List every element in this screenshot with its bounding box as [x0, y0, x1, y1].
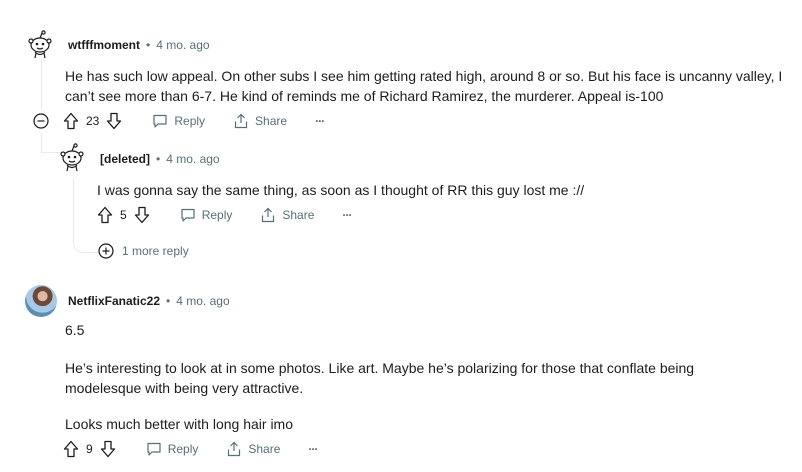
meta-separator: •	[156, 152, 161, 166]
more-options-button[interactable]: ···	[308, 442, 318, 456]
comment-timestamp[interactable]: 4 mo. ago	[156, 38, 209, 52]
reply-icon	[153, 114, 167, 128]
share-icon	[228, 441, 241, 457]
comment-body: 6.5 He’s interesting to look at in some …	[65, 320, 785, 434]
comment-body-line: modelesque with being very attractive.	[65, 380, 304, 396]
user-avatar[interactable]	[25, 285, 57, 317]
comment-timestamp[interactable]: 4 mo. ago	[166, 152, 219, 166]
downvote-icon[interactable]	[106, 112, 122, 130]
share-button[interactable]: Share	[233, 113, 287, 129]
more-dots-icon: ···	[315, 114, 325, 128]
share-label: Share	[282, 208, 315, 222]
share-label: Share	[255, 114, 288, 128]
comment-action-bar: 23 Reply Share ···	[63, 112, 325, 130]
thread-line-more-curve	[73, 242, 98, 253]
snoo-avatar-icon[interactable]	[26, 30, 54, 60]
comment-action-bar: 9 Reply Share ···	[63, 440, 318, 458]
thread-line-reply-branch	[41, 133, 42, 153]
share-label: Share	[248, 442, 281, 456]
reply-button[interactable]: Reply	[180, 207, 233, 223]
thread-line-deleted	[73, 178, 74, 242]
reply-label: Reply	[201, 208, 233, 222]
snoo-avatar-icon[interactable]	[58, 143, 86, 173]
upvote-icon[interactable]	[63, 440, 79, 458]
reply-label: Reply	[174, 114, 206, 128]
more-options-button[interactable]: ···	[315, 114, 325, 128]
reply-button[interactable]: Reply	[152, 113, 205, 129]
comment-paragraph: Looks much better with long hair imo	[65, 416, 293, 432]
more-replies-label: 1 more reply	[122, 244, 189, 258]
downvote-icon[interactable]	[100, 440, 116, 458]
comment-action-bar: 5 Reply Share ···	[97, 206, 352, 224]
more-options-button[interactable]: ···	[342, 208, 352, 222]
comment-body-line: He has such low appeal. On other subs I …	[65, 68, 783, 84]
more-dots-icon: ···	[342, 208, 352, 222]
comment-author[interactable]: [deleted]	[100, 152, 150, 166]
comment-body-line: I was gonna say the same thing, as soon …	[97, 182, 585, 198]
comment-body-line: can’t see more than 6-7. He kind of remi…	[65, 88, 664, 104]
meta-separator: •	[166, 294, 171, 308]
share-button[interactable]: Share	[226, 441, 280, 457]
share-button[interactable]: Share	[260, 207, 314, 223]
reply-button[interactable]: Reply	[146, 441, 199, 457]
comment-timestamp[interactable]: 4 mo. ago	[176, 294, 229, 308]
thread-line-main	[41, 58, 42, 110]
share-icon	[234, 113, 248, 129]
upvote-icon[interactable]	[97, 206, 113, 224]
comment-body: He has such low appeal. On other subs I …	[65, 66, 785, 106]
comment-author[interactable]: wtfffmoment	[68, 38, 140, 52]
more-dots-icon: ···	[308, 442, 318, 456]
upvote-icon[interactable]	[63, 112, 79, 130]
vote-count: 5	[120, 208, 127, 222]
comment-author[interactable]: NetflixFanatic22	[68, 294, 160, 308]
expand-plus-icon	[98, 243, 114, 259]
collapse-thread-button[interactable]	[33, 113, 49, 134]
reply-label: Reply	[167, 442, 199, 456]
meta-separator: •	[146, 38, 151, 52]
more-replies-button[interactable]: 1 more reply	[98, 243, 189, 259]
comment-paragraph: 6.5	[65, 322, 85, 338]
reply-icon	[181, 208, 195, 222]
reply-icon	[147, 442, 161, 456]
vote-count: 9	[86, 442, 93, 456]
downvote-icon[interactable]	[134, 206, 150, 224]
collapse-minus-icon	[33, 113, 49, 129]
comment-body-line: He’s interesting to look at in some phot…	[65, 360, 695, 376]
comment-body: I was gonna say the same thing, as soon …	[97, 180, 777, 200]
share-icon	[262, 207, 275, 223]
vote-count: 23	[86, 114, 100, 128]
